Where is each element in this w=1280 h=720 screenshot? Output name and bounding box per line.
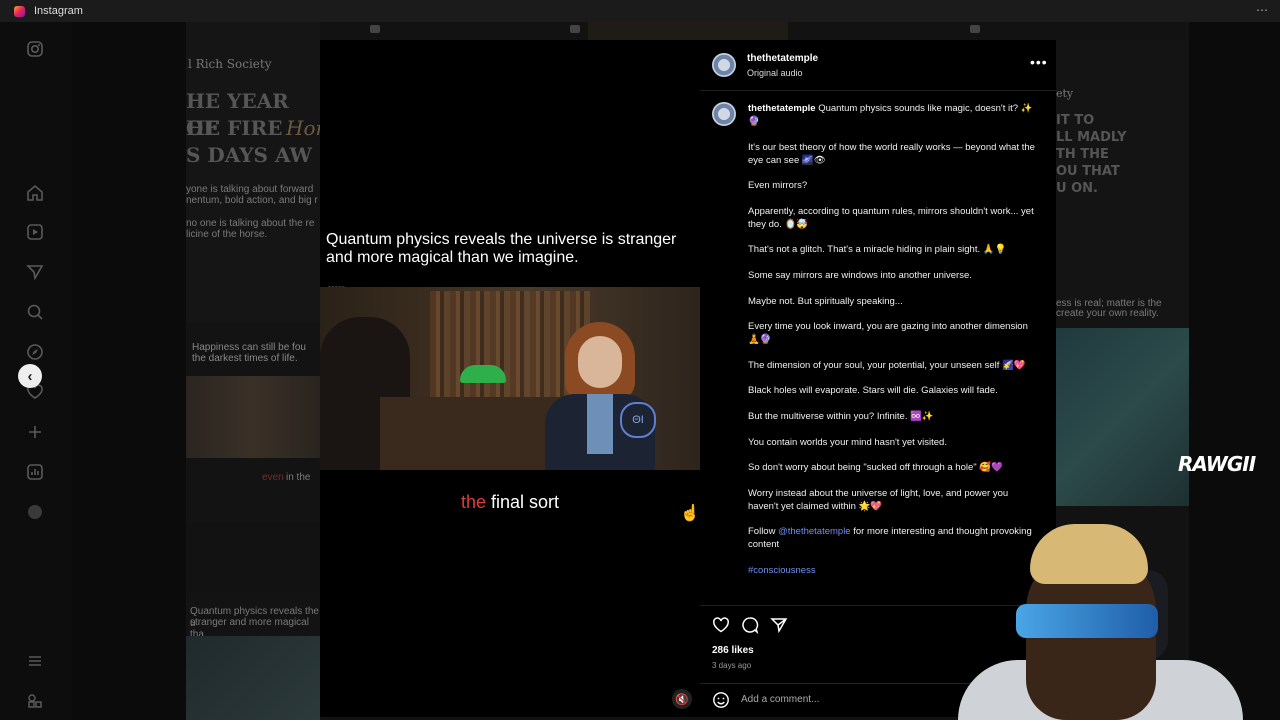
tile-big-line-5: U ON. [1056, 181, 1098, 196]
post-audio[interactable]: Original audio [747, 68, 803, 78]
instagram-app-icon [14, 5, 25, 17]
tile-small: ety [1056, 87, 1074, 100]
tile-big-line-3: TH THE [1056, 147, 1109, 162]
messages-icon[interactable] [26, 263, 44, 281]
tile-big-line-2: HE FIRE [186, 116, 283, 140]
video-clip-frame: ΘI [320, 287, 700, 470]
tile-big-line-4: OU THAT [1056, 164, 1120, 179]
create-icon[interactable] [26, 423, 44, 441]
caption-line: That's not a glitch. That's a miracle hi… [748, 244, 1007, 256]
caption-line: Apparently, according to quantum rules, … [748, 205, 1034, 230]
post-username[interactable]: thethetatemple [747, 53, 818, 64]
tile-caption-red: even [262, 472, 284, 483]
grid-tile-right-mid[interactable] [1056, 328, 1189, 506]
tile-line-4: licine of the horse. [186, 229, 268, 240]
caption-line: Maybe not. But spiritually speaking... [748, 295, 903, 307]
grid-tile-left-bottom[interactable]: Quantum physics reveals the u stranger a… [186, 592, 320, 720]
caption-line: Some say mirrors are windows into anothe… [748, 269, 972, 281]
caption-line: But the multiverse within you? Infinite.… [748, 410, 934, 422]
more-dots-icon[interactable]: ⋯ [1256, 3, 1268, 17]
comment-input[interactable]: Add a comment... [741, 694, 819, 705]
menu-icon[interactable] [26, 652, 44, 670]
author-avatar[interactable] [712, 53, 736, 77]
tile-script-word: Hor [286, 116, 320, 140]
divider [700, 90, 1056, 91]
mouse-cursor-icon: ☝ [680, 505, 700, 522]
like-heart-icon[interactable] [712, 616, 730, 634]
tile-big-line-3: S DAYS AW [186, 143, 312, 167]
window-titlebar: Instagram ⋯ [0, 0, 1280, 22]
volume-icon[interactable]: 🔇 [672, 689, 692, 709]
likes-count[interactable]: 286 likes [712, 645, 754, 656]
tile-header: l Rich Society [188, 57, 272, 71]
more-options-icon[interactable]: ••• [1030, 54, 1048, 70]
caption-rest: final sort [486, 492, 560, 512]
caption-avatar[interactable] [712, 102, 736, 126]
home-icon[interactable] [26, 184, 44, 202]
tile-thumbnail [186, 636, 320, 720]
tile-big-line-2: LL MADLY [1056, 130, 1127, 145]
webcam-sunglasses [1016, 604, 1158, 638]
reel-badge-icon [970, 25, 980, 33]
profile-icon[interactable] [26, 503, 44, 521]
emoji-smile-icon[interactable] [712, 691, 730, 709]
video-caption-bottom: the final sort [320, 492, 700, 513]
grid-tile-right-top[interactable]: ety IT TO LL MADLY TH THE OU THAT U ON. … [1056, 40, 1189, 330]
reel-badge-icon [370, 25, 380, 33]
post-actions [712, 616, 788, 635]
reel-video-player[interactable]: Quantum physics reveals the universe is … [320, 40, 700, 717]
caption-line: Worry instead about the universe of ligh… [748, 487, 1009, 512]
share-send-icon[interactable] [770, 616, 788, 634]
tile-line-2: nentum, bold action, and big r [186, 195, 318, 206]
tile-line-2: create your own reality. [1056, 308, 1159, 319]
post-time-ago: 3 days ago [712, 661, 752, 670]
also-from-meta-icon[interactable] [26, 692, 44, 710]
search-icon[interactable] [26, 303, 44, 321]
tile-caption-tail: in the [286, 472, 311, 483]
explore-icon[interactable] [26, 343, 44, 361]
reels-icon[interactable] [26, 223, 44, 241]
caption-red-word: the [460, 492, 486, 512]
webcam-overlay [958, 520, 1243, 720]
reel-badge-icon [570, 25, 580, 33]
dashboard-icon[interactable] [26, 463, 44, 481]
caption-line: Every time you look inward, you are gazi… [748, 321, 1028, 346]
tile-thumbnail [186, 376, 320, 458]
video-caption-top: Quantum physics reveals the universe is … [326, 231, 677, 266]
caption-line: Black holes will evaporate. Stars will d… [748, 385, 998, 397]
streamer-brand-logo: RAWGII [1178, 452, 1256, 476]
window-title: Instagram [34, 5, 83, 17]
woman-figure [545, 322, 655, 470]
video-watermark: ΘI [620, 402, 656, 438]
instagram-logo-icon[interactable] [26, 40, 44, 58]
follow-prefix: Follow [748, 526, 779, 538]
green-lamp [460, 365, 506, 383]
comment-bubble-icon[interactable] [741, 616, 759, 635]
caption-line: So don't worry about being "sucked off t… [748, 462, 1003, 474]
follow-mention-link[interactable]: @thethetatemple [778, 526, 851, 537]
caption-line: Even mirrors? [748, 180, 808, 192]
tile-line-2: the darkest times of life. [192, 353, 298, 364]
caption-line: The dimension of your soul, your potenti… [748, 359, 1026, 371]
tile-big-line-1: IT TO [1056, 113, 1095, 128]
post-caption: thethetatemple Quantum physics sounds li… [748, 102, 1040, 590]
caption-username[interactable]: thethetatemple [748, 103, 816, 114]
grid-tile-top-strip[interactable] [588, 22, 788, 40]
caption-line: You contain worlds your mind hasn't yet … [748, 436, 947, 448]
grid-tile-left-top[interactable]: l Rich Society HE YEAR OF HE FIRE Hor S … [186, 22, 320, 322]
webcam-hair [1030, 524, 1148, 584]
previous-post-button[interactable]: ‹ [18, 364, 42, 388]
grid-tile-left-mid[interactable]: Happiness can still be fou the darkest t… [186, 322, 320, 522]
caption-line: It's our best theory of how the world re… [748, 141, 1035, 166]
